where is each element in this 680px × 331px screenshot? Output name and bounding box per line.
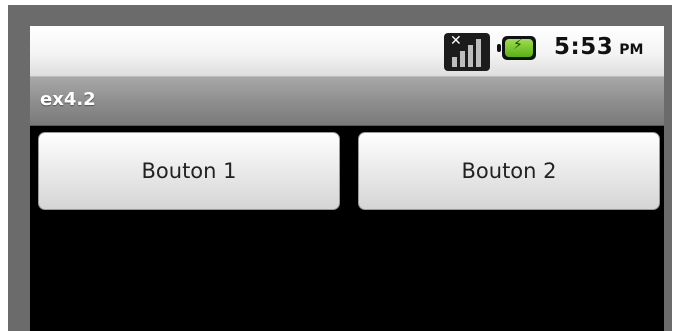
- signal-x-mark: ✕: [450, 33, 462, 49]
- signal-bar-4: [476, 39, 481, 67]
- app-title-bar: ex4.2: [30, 77, 664, 126]
- bouton-2-button[interactable]: Bouton 2: [358, 132, 660, 210]
- phone-screen: ✕ ⚡ 5:53 PM ex4.2 Bouton 1 Bouton 2: [30, 26, 664, 331]
- signal-bar-1: [452, 57, 457, 67]
- battery-nub: [497, 44, 501, 52]
- signal-bar-3: [468, 45, 473, 67]
- bouton-1-button[interactable]: Bouton 1: [38, 132, 340, 210]
- status-clock: 5:53 PM: [554, 34, 643, 68]
- battery-charging-icon: ⚡: [497, 36, 536, 60]
- clock-time: 5:53: [554, 34, 614, 60]
- clock-ampm: PM: [619, 42, 644, 58]
- app-title: ex4.2: [40, 89, 96, 110]
- status-bar: ✕ ⚡ 5:53 PM: [30, 26, 664, 77]
- no-signal-icon: ✕: [444, 33, 490, 71]
- battery-bolt-icon: ⚡: [513, 37, 523, 53]
- signal-bar-2: [460, 51, 465, 67]
